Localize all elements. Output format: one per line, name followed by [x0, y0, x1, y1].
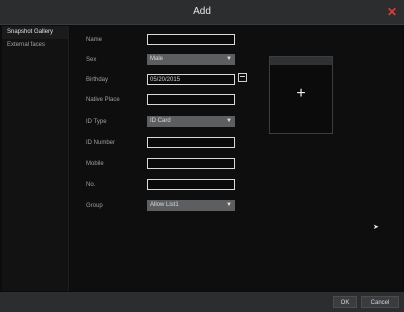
- id-number-input[interactable]: [147, 137, 235, 148]
- native-place-label: Native Place: [86, 97, 120, 103]
- sex-select-value: Male: [150, 56, 164, 62]
- sidebar: Snapshot Gallery External faces: [2, 26, 69, 291]
- sex-select[interactable]: Male ▼: [147, 54, 235, 65]
- id-number-label: ID Number: [86, 140, 116, 146]
- birthday-input[interactable]: 05/20/2015: [147, 74, 235, 85]
- form-row-id-number: ID Number: [70, 135, 300, 151]
- name-input[interactable]: [147, 34, 235, 45]
- main-panel: Name Sex Male ▼ Birthday 05/20/2015 Nati…: [70, 26, 402, 291]
- photo-header: [270, 57, 332, 65]
- form-row-id-type: ID Type ID Card ▼: [70, 114, 300, 130]
- group-select[interactable]: Allow List1 ▼: [147, 200, 235, 211]
- id-type-select[interactable]: ID Card ▼: [147, 116, 235, 127]
- chevron-down-icon: ▼: [226, 202, 232, 208]
- form-row-mobile: Mobile: [70, 156, 300, 172]
- title-bar: Add ✕: [0, 0, 404, 25]
- form-row-name: Name: [70, 32, 300, 48]
- birthday-label: Birthday: [86, 77, 109, 83]
- cancel-button[interactable]: Cancel: [361, 296, 399, 308]
- photo-upload-box[interactable]: +: [269, 56, 333, 134]
- sidebar-item-snapshot-gallery[interactable]: Snapshot Gallery: [2, 26, 68, 39]
- native-place-input[interactable]: [147, 94, 235, 105]
- form-row-birthday: Birthday 05/20/2015: [70, 72, 300, 88]
- form-row-no: No.: [70, 177, 300, 193]
- sidebar-item-external-faces[interactable]: External faces: [2, 39, 68, 52]
- footer-bar: OK Cancel: [0, 292, 404, 312]
- no-label: No.: [86, 182, 96, 188]
- id-type-label: ID Type: [86, 119, 107, 125]
- chevron-down-icon: ▼: [226, 56, 232, 62]
- form-row-sex: Sex Male ▼: [70, 52, 300, 68]
- group-select-value: Allow List1: [150, 202, 179, 208]
- calendar-icon[interactable]: [238, 73, 247, 82]
- no-input[interactable]: [147, 179, 235, 190]
- window-title: Add: [193, 6, 211, 17]
- ok-button[interactable]: OK: [333, 296, 357, 308]
- form-row-group: Group Allow List1 ▼: [70, 198, 300, 214]
- close-icon[interactable]: ✕: [386, 6, 398, 18]
- name-label: Name: [86, 37, 103, 43]
- chevron-down-icon: ▼: [226, 118, 232, 124]
- id-type-select-value: ID Card: [150, 118, 171, 124]
- sex-label: Sex: [86, 57, 97, 63]
- group-label: Group: [86, 203, 103, 209]
- plus-icon[interactable]: +: [270, 85, 332, 103]
- mobile-label: Mobile: [86, 161, 104, 167]
- mobile-input[interactable]: [147, 158, 235, 169]
- form-row-native-place: Native Place: [70, 92, 300, 108]
- mouse-cursor-icon: ➤: [373, 224, 379, 231]
